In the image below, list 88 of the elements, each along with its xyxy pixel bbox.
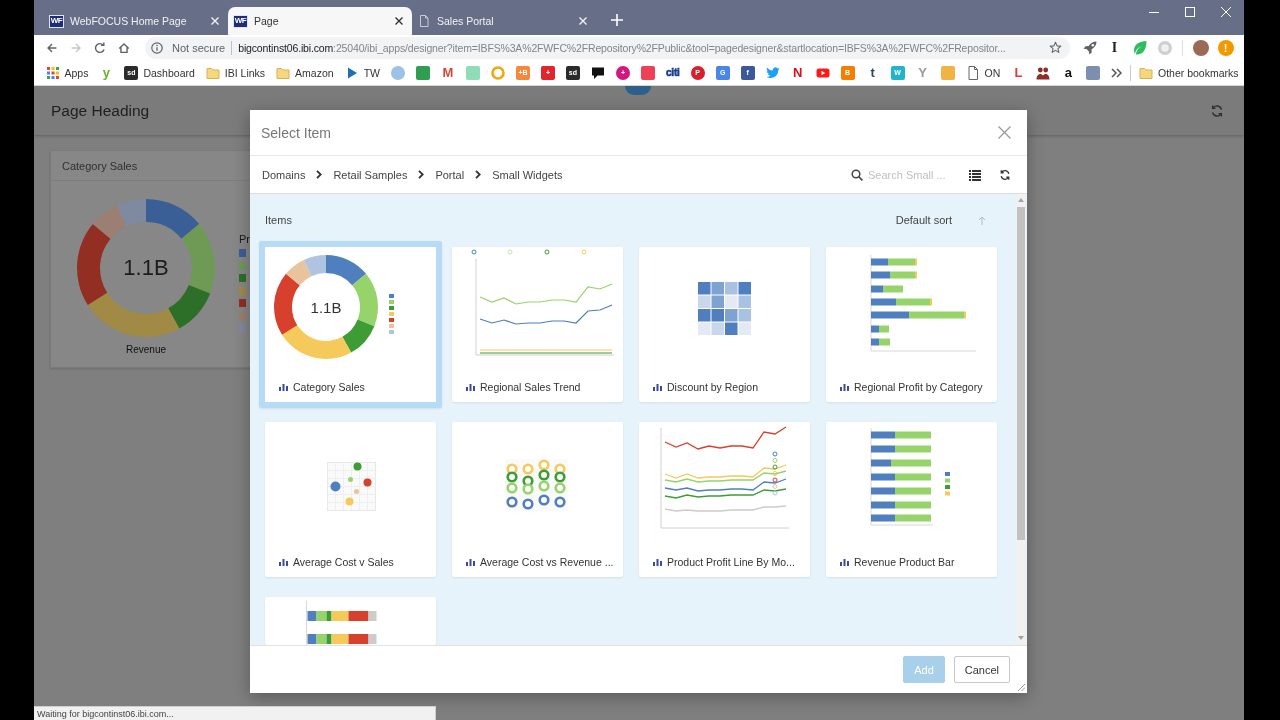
bookmark-link[interactable]: IBI Links xyxy=(200,61,271,84)
bar-chart-icon xyxy=(653,558,662,566)
chevron-right-icon xyxy=(475,170,482,179)
plus-icon[interactable] xyxy=(611,14,623,26)
widget-card[interactable] xyxy=(265,597,436,645)
folder-icon xyxy=(1138,65,1153,80)
bar-chart-icon xyxy=(279,383,288,391)
close-icon[interactable] xyxy=(395,17,403,25)
letter-logo-icon[interactable]: I xyxy=(1106,39,1123,56)
letter-logo-icon: y xyxy=(99,65,114,80)
sort-button[interactable]: Default sort xyxy=(895,214,952,226)
breadcrumb-link[interactable]: Small Widgets xyxy=(492,168,563,181)
status-bubble: Waiting for bigcontinst06.ibi.com... xyxy=(34,706,436,720)
letter-logo-icon: t xyxy=(865,65,880,80)
bookmark-link[interactable]: Apps xyxy=(40,61,94,84)
bar-chart-icon xyxy=(279,558,288,566)
bar-chart-icon xyxy=(840,383,849,391)
scrollbar-thumb[interactable] xyxy=(1017,207,1025,540)
leaf-icon[interactable] xyxy=(1131,39,1148,56)
reload-icon[interactable] xyxy=(93,40,107,55)
breadcrumb-link[interactable]: Retail Samples xyxy=(333,168,408,181)
bookmark-link[interactable]: a xyxy=(1055,61,1081,84)
letter-logo-icon: Y xyxy=(915,65,930,80)
bookmark-link[interactable]: t xyxy=(860,61,886,84)
bookmark-link[interactable]: TW xyxy=(339,61,386,84)
list-view-icon[interactable] xyxy=(969,168,981,181)
letter-logo-icon: a xyxy=(1061,65,1076,80)
chevron-right-icon xyxy=(316,170,323,179)
widget-card[interactable]: Product Profit Line By Mo... xyxy=(639,422,810,577)
chart-caption: Revenue xyxy=(126,344,166,355)
widget-card[interactable]: Discount by Region xyxy=(639,247,810,402)
browser-tab[interactable]: Sales Portal xyxy=(412,7,596,35)
letter-logo-icon: citi xyxy=(665,65,680,80)
letter-logo-icon: N xyxy=(790,65,805,80)
bookmark-link[interactable]: Other bookmarks xyxy=(1133,61,1244,84)
maximize-icon[interactable] xyxy=(1185,7,1195,17)
folder-icon xyxy=(276,65,291,80)
widget-card[interactable]: Regional Profit by Category xyxy=(826,247,997,402)
bar-chart-icon xyxy=(466,558,475,566)
widget-card[interactable]: Revenue Product Bar xyxy=(826,422,997,577)
star-icon[interactable] xyxy=(1049,41,1062,54)
letter-logo-icon: L xyxy=(1011,65,1026,80)
breadcrumb-link[interactable]: Domains xyxy=(262,168,306,181)
chevron-right-icon xyxy=(418,170,425,179)
bookmark-link[interactable]: L xyxy=(1005,61,1031,84)
bookmark-link[interactable]: Amazon xyxy=(270,61,340,84)
avatar-icon[interactable] xyxy=(1192,39,1209,56)
breadcrumb-link[interactable]: Portal xyxy=(435,168,465,181)
search-icon xyxy=(851,168,863,181)
widget-card[interactable]: Average Cost vs Revenue ... xyxy=(452,422,623,577)
bar-chart-icon xyxy=(840,558,849,566)
security-label: Not secure xyxy=(172,41,226,54)
bookmark-link[interactable]: M xyxy=(435,61,461,84)
scrollbar-track[interactable] xyxy=(1016,194,1026,645)
apps-grid-icon xyxy=(45,65,60,80)
url-text: bigcontinst06.ibi.com:25040/ibi_apps/designer?item=IBFS%3A%2FWFC%2FRepository%2FPublic&tool=pagedesigner&startlocation=IBFS%3A%2FWFC%2FRepositor... xyxy=(238,41,1007,54)
widget-card[interactable]: 1.1B Category Sales xyxy=(259,241,442,408)
cancel-button[interactable]: Cancel xyxy=(953,656,1010,683)
info-icon[interactable] xyxy=(151,41,163,54)
search-field[interactable]: Search Small ... xyxy=(868,168,952,181)
bookmark-link[interactable]: ON xyxy=(960,61,1006,84)
resize-grip-icon[interactable] xyxy=(1018,684,1025,691)
refresh-icon[interactable] xyxy=(999,168,1011,181)
page-icon xyxy=(418,15,430,27)
page-heading: Page Heading xyxy=(51,101,151,120)
app-logo-icon: WF xyxy=(233,14,248,28)
card-title: Category Sales xyxy=(62,159,138,172)
bar-chart-icon xyxy=(653,383,662,391)
widget-card[interactable]: Average Cost v Sales xyxy=(265,422,436,577)
browser-tab[interactable]: WF Page xyxy=(228,7,412,35)
dialog-title: Select Item xyxy=(261,124,333,141)
page-icon xyxy=(965,65,980,80)
folder-icon xyxy=(205,65,220,80)
double-chevron-icon[interactable] xyxy=(1111,67,1123,78)
app-logo-icon: WF xyxy=(49,14,64,28)
scatter-plot-thumbnail xyxy=(326,461,376,511)
bookmark-link[interactable]: N xyxy=(785,61,811,84)
bar-chart-icon xyxy=(466,383,475,391)
legend-title: Pr xyxy=(239,233,250,245)
address-bar[interactable]: Not secure bigcontinst06.ibi.com:25040/ibi_apps/designer?item=IBFS%3A%2FWFC%2FRepository%2FPublic&tool=pagedesigner&startlocation=IBFS%3A%2FWFC%2FRepositor... xyxy=(145,36,1070,59)
bookmark-link[interactable]: citi xyxy=(660,61,686,84)
browser-tab[interactable]: WF WebFOCUS Home Page xyxy=(44,7,228,35)
section-label: Items xyxy=(265,214,293,226)
rocket-icon[interactable] xyxy=(1081,39,1098,56)
donut-center-value: 1.1B xyxy=(310,298,342,316)
widget-card[interactable]: Regional Sales Trend xyxy=(452,247,623,402)
letter-logo-icon: M xyxy=(440,65,455,80)
semicircle-icon xyxy=(625,86,651,95)
